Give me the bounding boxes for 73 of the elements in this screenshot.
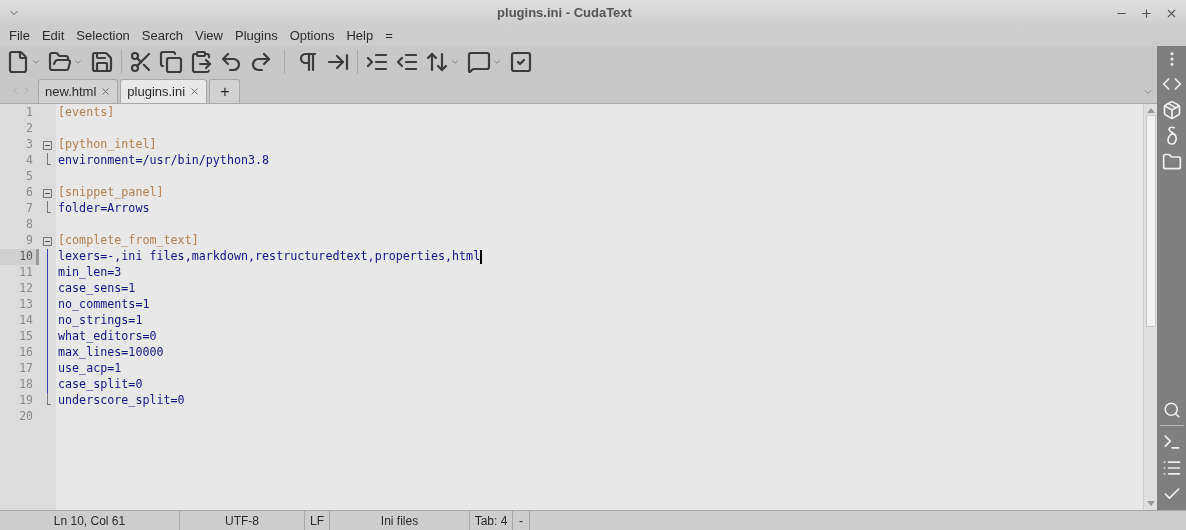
line-number: 14 xyxy=(19,312,33,330)
close-tab-icon[interactable] xyxy=(189,86,201,97)
fold-marker-icon[interactable] xyxy=(43,189,52,198)
fold-end-line xyxy=(47,201,51,213)
delta-icon[interactable] xyxy=(1164,126,1179,146)
status-field: Ini files xyxy=(380,511,419,530)
line-number: 11 xyxy=(19,264,33,282)
line-number: 6 xyxy=(26,184,33,202)
line-number: 18 xyxy=(19,376,33,394)
code-line: use_acp=1 xyxy=(58,360,122,378)
line-number: 15 xyxy=(19,328,33,346)
line-number: 9 xyxy=(26,232,33,250)
scroll-down-icon[interactable] xyxy=(1146,501,1155,506)
menu-item[interactable]: Selection xyxy=(70,26,136,46)
status-field: Tab: 4 xyxy=(474,511,508,530)
close-tab-icon[interactable] xyxy=(100,86,112,97)
code-line: case_sens=1 xyxy=(58,280,136,298)
code-line: no_comments=1 xyxy=(58,296,150,314)
list-icon[interactable] xyxy=(1161,458,1182,478)
line-number: 4 xyxy=(26,152,33,170)
line-number: 17 xyxy=(19,360,33,378)
line-number: 20 xyxy=(19,408,33,426)
section-header: [python_intel] xyxy=(58,136,157,154)
status-field: Ln 10, Col 61 xyxy=(53,511,126,530)
fold-end-line xyxy=(47,393,51,405)
vertical-scrollbar[interactable] xyxy=(1143,104,1157,510)
maximize-icon[interactable] xyxy=(1140,6,1153,20)
code-line: environment=/usr/bin/python3.8 xyxy=(58,152,270,170)
fold-end-line xyxy=(47,153,51,165)
menu-item[interactable]: Plugins xyxy=(229,26,284,46)
line-number: 12 xyxy=(19,280,33,298)
line-number: 3 xyxy=(26,136,33,154)
code-line: max_lines=10000 xyxy=(58,344,164,362)
menu-item[interactable]: File xyxy=(3,26,36,46)
section-header: [snippet_panel] xyxy=(58,184,164,202)
tab[interactable]: new.html xyxy=(38,79,119,103)
status-field: UTF-8 xyxy=(225,511,259,530)
code-line: underscore_split=0 xyxy=(58,392,185,410)
code-line: lexers=-,ini files,markdown,restructuredtext,properties,html xyxy=(58,248,481,266)
status-field: - xyxy=(519,511,523,530)
line-number: 13 xyxy=(19,296,33,314)
line-number: 8 xyxy=(26,216,33,234)
text-cursor xyxy=(480,250,483,264)
fold-marker-icon[interactable] xyxy=(43,141,52,150)
new-tab-button[interactable]: + xyxy=(209,79,241,103)
code-line: case_split=0 xyxy=(58,376,143,394)
line-number: 19 xyxy=(19,392,33,410)
section-header: [events] xyxy=(58,104,115,122)
line-number: 5 xyxy=(26,168,33,186)
line-number: 10 xyxy=(19,248,33,266)
code-line: folder=Arrows xyxy=(58,200,150,218)
code-line: min_len=3 xyxy=(58,264,122,282)
line-number: 7 xyxy=(26,200,33,218)
status-field: LF xyxy=(310,511,324,530)
folder-icon[interactable] xyxy=(1161,152,1182,172)
tab[interactable]: plugins.ini xyxy=(120,79,208,103)
menu-item[interactable]: View xyxy=(189,26,229,46)
scroll-up-icon[interactable] xyxy=(1146,108,1155,113)
line-number: 16 xyxy=(19,344,33,362)
package-icon[interactable] xyxy=(1161,100,1182,120)
menu-item[interactable]: Options xyxy=(283,26,341,46)
search-icon[interactable] xyxy=(1162,401,1181,419)
menu-item[interactable]: Search xyxy=(135,26,190,46)
menu-item[interactable]: Edit xyxy=(35,26,71,46)
line-number: 2 xyxy=(26,120,33,138)
fold-marker-icon[interactable] xyxy=(43,237,52,246)
menu-item[interactable]: Help xyxy=(340,26,380,46)
code-line: no_strings=1 xyxy=(58,312,143,330)
section-header: [complete_from_text] xyxy=(58,232,199,250)
window-title: plugins.ini - CudaText xyxy=(497,5,632,21)
line-number: 1 xyxy=(26,104,33,122)
menu-item[interactable]: = xyxy=(379,26,399,46)
code-line: what_editors=0 xyxy=(58,328,157,346)
